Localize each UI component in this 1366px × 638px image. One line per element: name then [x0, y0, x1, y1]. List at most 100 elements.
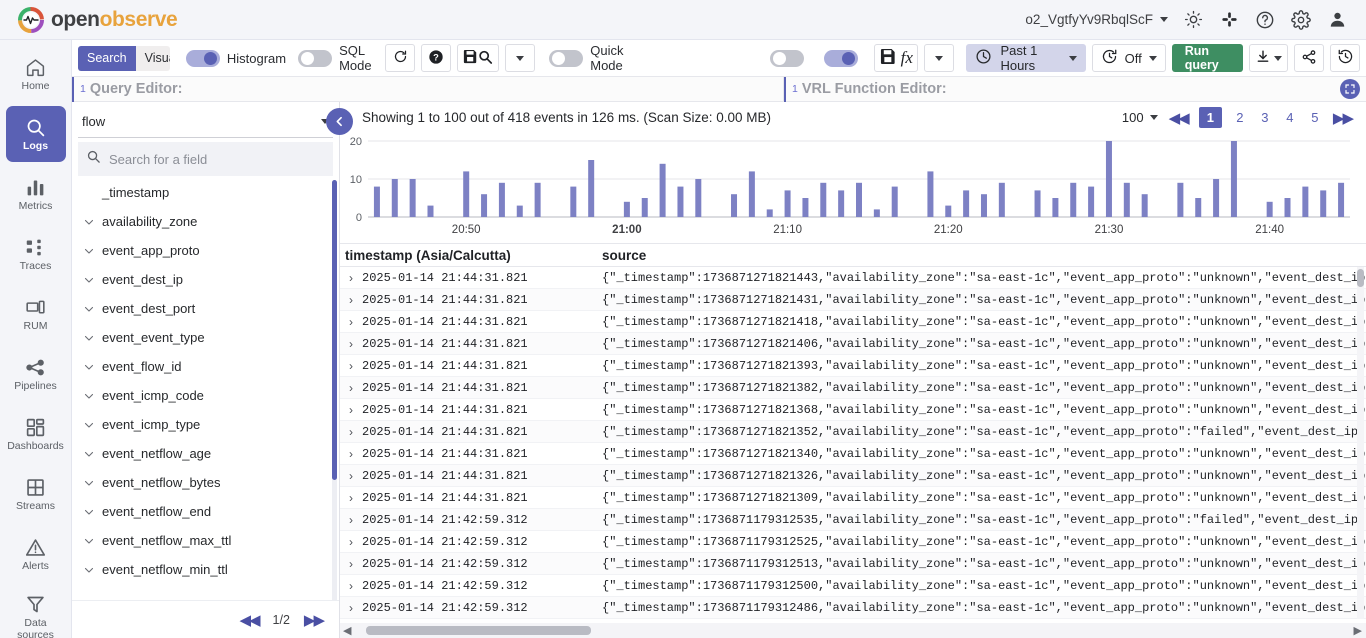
vrl-function-toggle[interactable]: fx [824, 50, 858, 67]
field-search-input[interactable] [109, 152, 325, 167]
first-page-button[interactable]: ◀◀ [1169, 109, 1188, 127]
double-chevron-left-icon[interactable]: ◀◀ [239, 611, 258, 629]
tab-visualize[interactable]: Visualize [136, 46, 170, 71]
sidebar-item-metrics[interactable]: Metrics [6, 166, 66, 222]
expand-row-icon[interactable]: › [340, 403, 362, 417]
share-button[interactable] [1294, 44, 1324, 72]
saved-views-dropdown[interactable] [505, 44, 535, 72]
field-list-item[interactable]: event_flow_id [72, 352, 339, 381]
per-page-selector[interactable]: 100 [1122, 110, 1158, 125]
table-row[interactable]: ›2025-01-14 21:44:31.821{"_timestamp":17… [340, 311, 1366, 333]
chevron-down-icon[interactable] [82, 418, 96, 432]
chevron-down-icon[interactable] [82, 360, 96, 374]
field-list-item[interactable]: event_app_proto [72, 236, 339, 265]
expand-row-icon[interactable]: › [340, 315, 362, 329]
sidebar-item-logs[interactable]: Logs [6, 106, 66, 162]
horizontal-scroll-thumb[interactable] [366, 626, 591, 635]
sidebar-item-pipelines[interactable]: Pipelines [6, 346, 66, 402]
chevron-down-icon[interactable] [82, 534, 96, 548]
chevron-down-icon[interactable] [82, 302, 96, 316]
expand-row-icon[interactable]: › [340, 447, 362, 461]
field-list-item[interactable]: event_netflow_age [72, 439, 339, 468]
scroll-right-icon[interactable]: ▶ [1351, 624, 1366, 637]
page-button-1[interactable]: 1 [1199, 107, 1222, 128]
table-row[interactable]: ›2025-01-14 21:44:31.821{"_timestamp":17… [340, 465, 1366, 487]
help-icon[interactable] [1254, 9, 1276, 31]
sidebar-item-rum[interactable]: RUM [6, 286, 66, 342]
expand-row-icon[interactable]: › [340, 491, 362, 505]
horizontal-scrollbar[interactable]: ◀ ▶ [340, 623, 1366, 638]
table-row[interactable]: ›2025-01-14 21:44:31.821{"_timestamp":17… [340, 377, 1366, 399]
chevron-down-icon[interactable] [82, 447, 96, 461]
organization-selector[interactable]: o2_VgtfyYv9RbqlScF [1025, 12, 1168, 27]
field-list-item[interactable]: event_dest_ip [72, 265, 339, 294]
chevron-down-icon[interactable] [82, 389, 96, 403]
field-list-item[interactable]: event_icmp_code [72, 381, 339, 410]
expand-row-icon[interactable]: › [340, 337, 362, 351]
query-editor[interactable]: 1 Query Editor: [72, 77, 784, 102]
results-table-body[interactable]: ›2025-01-14 21:44:31.821{"_timestamp":17… [340, 267, 1366, 619]
table-row[interactable]: ›2025-01-14 21:42:59.312{"_timestamp":17… [340, 509, 1366, 531]
app-logo[interactable]: openobserve [18, 7, 177, 33]
field-list-item[interactable]: event_icmp_type [72, 410, 339, 439]
page-button-2[interactable]: 2 [1233, 110, 1247, 125]
expand-row-icon[interactable]: › [340, 293, 362, 307]
field-list-item[interactable]: _timestamp [72, 178, 339, 207]
table-row[interactable]: ›2025-01-14 21:42:59.312{"_timestamp":17… [340, 553, 1366, 575]
sidebar-item-dashboards[interactable]: Dashboards [6, 406, 66, 462]
regex-toggle[interactable] [770, 50, 804, 67]
expand-row-icon[interactable]: › [340, 271, 362, 285]
results-scrollbar[interactable] [1357, 269, 1364, 287]
chevron-down-icon[interactable] [82, 244, 96, 258]
reset-filters-button[interactable] [385, 44, 415, 72]
expand-row-icon[interactable]: › [340, 579, 362, 593]
table-row[interactable]: ›2025-01-14 21:44:31.821{"_timestamp":17… [340, 267, 1366, 289]
field-list-item[interactable]: event_event_type [72, 323, 339, 352]
results-scroll-track[interactable] [1357, 267, 1364, 619]
auto-refresh-picker[interactable]: Off [1092, 44, 1166, 72]
chevron-down-icon[interactable] [82, 331, 96, 345]
sidebar-item-streams[interactable]: Streams [6, 466, 66, 522]
tab-search[interactable]: Search [78, 46, 136, 71]
sidebar-item-data-sources[interactable]: Data sources [6, 586, 66, 638]
histogram-chart[interactable]: 0102020:5021:0021:1021:2021:3021:40 [340, 133, 1356, 243]
run-query-button[interactable]: Run query [1172, 44, 1243, 72]
chevron-down-icon[interactable] [82, 215, 96, 229]
syntax-help-button[interactable]: ? [421, 44, 451, 72]
chevron-down-icon[interactable] [82, 563, 96, 577]
table-row[interactable]: ›2025-01-14 21:44:31.821{"_timestamp":17… [340, 355, 1366, 377]
table-row[interactable]: ›2025-01-14 21:44:31.821{"_timestamp":17… [340, 487, 1366, 509]
expand-row-icon[interactable]: › [340, 557, 362, 571]
expand-row-icon[interactable]: › [340, 513, 362, 527]
slack-icon[interactable] [1218, 9, 1240, 31]
field-list-item[interactable]: event_dest_port [72, 294, 339, 323]
fullscreen-icon[interactable] [1340, 79, 1360, 99]
field-list-item[interactable]: event_netflow_min_ttl [72, 555, 339, 584]
save-function-button[interactable]: fx [874, 44, 918, 72]
table-row[interactable]: ›2025-01-14 21:44:31.821{"_timestamp":17… [340, 443, 1366, 465]
time-range-picker[interactable]: Past 1 Hours [966, 44, 1085, 72]
expand-row-icon[interactable]: › [340, 425, 362, 439]
settings-icon[interactable] [1290, 9, 1312, 31]
expand-row-icon[interactable]: › [340, 601, 362, 615]
field-list-item[interactable]: availability_zone [72, 207, 339, 236]
theme-icon[interactable] [1182, 9, 1204, 31]
sidebar-item-home[interactable]: Home [6, 46, 66, 102]
download-results-button[interactable] [1249, 44, 1288, 72]
histogram-toggle[interactable] [186, 50, 220, 67]
collapse-sidebar-button[interactable] [326, 108, 353, 135]
field-list-item[interactable]: event_netflow_bytes [72, 468, 339, 497]
table-row[interactable]: ›2025-01-14 21:44:31.821{"_timestamp":17… [340, 421, 1366, 443]
table-row[interactable]: ›2025-01-14 21:44:31.821{"_timestamp":17… [340, 333, 1366, 355]
expand-row-icon[interactable]: › [340, 359, 362, 373]
expand-row-icon[interactable]: › [340, 381, 362, 395]
function-dropdown[interactable] [924, 44, 954, 72]
field-list[interactable]: _timestampavailability_zoneevent_app_pro… [72, 176, 339, 600]
table-row[interactable]: ›2025-01-14 21:42:59.312{"_timestamp":17… [340, 597, 1366, 619]
table-row[interactable]: ›2025-01-14 21:44:31.821{"_timestamp":17… [340, 289, 1366, 311]
page-button-4[interactable]: 4 [1283, 110, 1297, 125]
chevron-down-icon[interactable] [82, 505, 96, 519]
vrl-function-editor[interactable]: 1 VRL Function Editor: [784, 77, 1366, 102]
expand-row-icon[interactable]: › [340, 469, 362, 483]
table-row[interactable]: ›2025-01-14 21:44:31.821{"_timestamp":17… [340, 399, 1366, 421]
